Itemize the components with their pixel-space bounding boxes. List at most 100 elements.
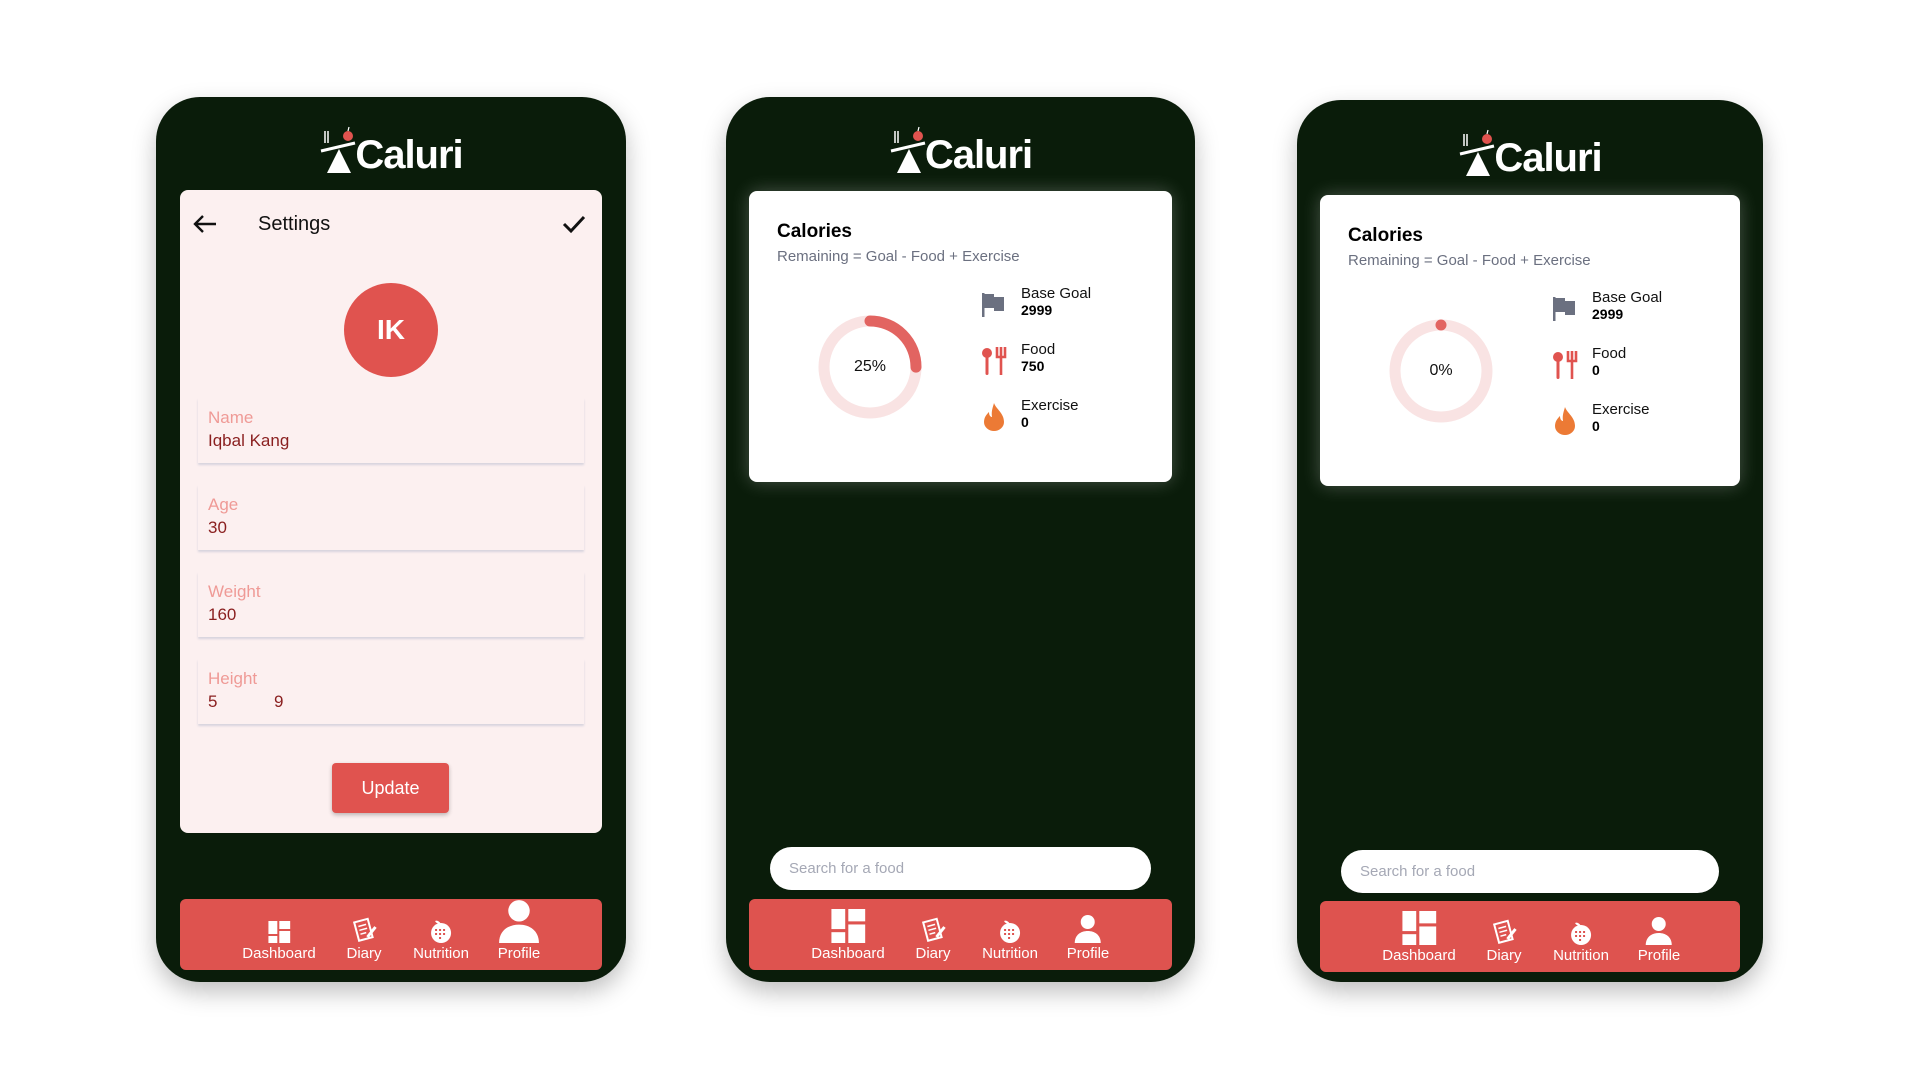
height-feet-value[interactable]: 5 [208,692,274,712]
nutrition-icon [999,920,1020,943]
caluri-logo: Caluri [1297,126,1763,178]
search-food-input[interactable] [1341,850,1719,893]
calories-title: Calories [777,221,852,242]
name-field[interactable]: Name Iqbal Kang [198,398,584,463]
nav-label: Nutrition [982,945,1038,962]
nav-label: Diary [346,945,382,962]
phone-dashboard-0: Caluri Calories Remaining = Goal - Food … [1297,100,1763,982]
legend-food: Food 0 [1550,345,1626,381]
bottom-nav: Dashboard Diary Nutrition Profile [180,899,602,970]
height-inches-value[interactable]: 9 [274,692,283,711]
field-value[interactable]: 160 [208,605,574,625]
field-label: Age [208,495,239,514]
legend-name: Base Goal [1021,285,1092,302]
logo-text: Caluri [924,133,1033,177]
age-field[interactable]: Age 30 [198,485,584,550]
nav-label: Dashboard [811,945,885,962]
nav-diary[interactable]: Diary [915,917,951,962]
legend-exercise: Exercise 0 [979,397,1079,433]
calories-card: Calories Remaining = Goal - Food + Exerc… [1320,195,1740,486]
nav-dashboard[interactable]: Dashboard [242,921,316,962]
save-check-icon[interactable] [562,214,586,234]
bottom-nav: Dashboard Diary Nutrition Profile [1320,901,1740,972]
back-arrow-icon[interactable] [192,214,218,234]
height-field[interactable]: Height 59 [198,659,584,724]
diary-icon [352,917,377,942]
legend-value: 0 [1592,418,1600,434]
phone-settings: Caluri Settings IK Name Iqbal Kang Age 3… [156,97,626,982]
logo-scale-icon [1459,129,1495,176]
avatar[interactable]: IK [344,283,438,377]
bottom-nav: Dashboard Diary Nutrition Profile [749,899,1172,970]
nav-nutrition[interactable]: Nutrition [413,917,469,962]
nav-label: Nutrition [1553,947,1609,964]
nav-label: Profile [1637,947,1681,964]
nav-label: Dashboard [242,945,316,962]
logo-scale-icon [890,126,926,173]
search-food-input[interactable] [770,847,1151,890]
legend-value: 750 [1021,358,1045,374]
legend-name: Base Goal [1592,289,1663,306]
nav-nutrition[interactable]: Nutrition [982,917,1038,962]
legend-value: 0 [1592,362,1600,378]
legend-value: 2999 [1021,302,1053,318]
legend-name: Food [1592,345,1627,362]
nav-profile[interactable]: Profile [496,897,542,962]
weight-field[interactable]: Weight 160 [198,572,584,637]
calories-formula: Remaining = Goal - Food + Exercise [1348,252,1591,269]
field-value[interactable]: Iqbal Kang [208,431,574,451]
calories-title: Calories [1348,225,1423,246]
legend-food: Food 750 [979,341,1055,377]
nutrition-icon [430,920,451,943]
diary-icon [1492,919,1517,944]
profile-icon [499,900,539,943]
nav-diary[interactable]: Diary [346,917,382,962]
nav-diary[interactable]: Diary [1486,919,1522,964]
profile-icon [1646,917,1672,945]
legend-base-goal: Base Goal 2999 [1550,289,1662,325]
legend-exercise: Exercise 0 [1550,401,1650,437]
flag-icon [1553,297,1575,321]
legend-name: Exercise [1592,401,1650,418]
dashboard-icon [830,909,865,943]
logo-text: Caluri [1494,136,1602,180]
legend-base-goal: Base Goal 2999 [979,285,1091,321]
settings-card: Settings IK Name Iqbal Kang Age 30 Weigh… [180,190,602,833]
nav-label: Profile [497,945,541,962]
percent-label: 0% [1429,362,1453,379]
calories-card: Calories Remaining = Goal - Food + Exerc… [749,191,1172,482]
nav-label: Nutrition [413,945,469,962]
nutrition-icon [1570,922,1591,945]
nav-profile[interactable]: Profile [1067,913,1109,962]
logo-text: Caluri [355,133,463,177]
utensils-icon [982,347,1007,375]
field-label: Name [208,408,254,427]
calories-formula: Remaining = Goal - Food + Exercise [777,248,1020,265]
flame-icon [1555,407,1575,435]
field-label: Height [208,669,258,688]
legend-value: 2999 [1592,306,1624,322]
nav-dashboard[interactable]: Dashboard [811,909,885,962]
profile-icon [1075,915,1101,943]
dashboard-icon [267,921,290,943]
nav-nutrition[interactable]: Nutrition [1553,919,1609,964]
phone-dashboard-25: Caluri Calories Remaining = Goal - Food … [726,97,1195,982]
caluri-logo: Caluri [156,123,626,175]
field-value[interactable]: 30 [208,518,574,538]
logo-scale-icon [320,126,356,173]
legend-name: Exercise [1021,397,1079,414]
percent-label: 25% [853,358,887,375]
field-label: Weight [208,582,261,601]
update-button[interactable]: Update [332,763,449,813]
legend-name: Food [1021,341,1056,358]
dashboard-icon [1401,911,1436,945]
legend-value: 0 [1021,414,1029,430]
nav-label: Diary [1486,947,1522,964]
nav-label: Diary [915,945,951,962]
utensils-icon [1553,351,1578,379]
page-title: Settings [258,212,331,235]
nav-profile[interactable]: Profile [1637,915,1681,964]
nav-dashboard[interactable]: Dashboard [1382,911,1456,964]
flame-icon [984,403,1004,431]
flag-icon [982,293,1004,317]
